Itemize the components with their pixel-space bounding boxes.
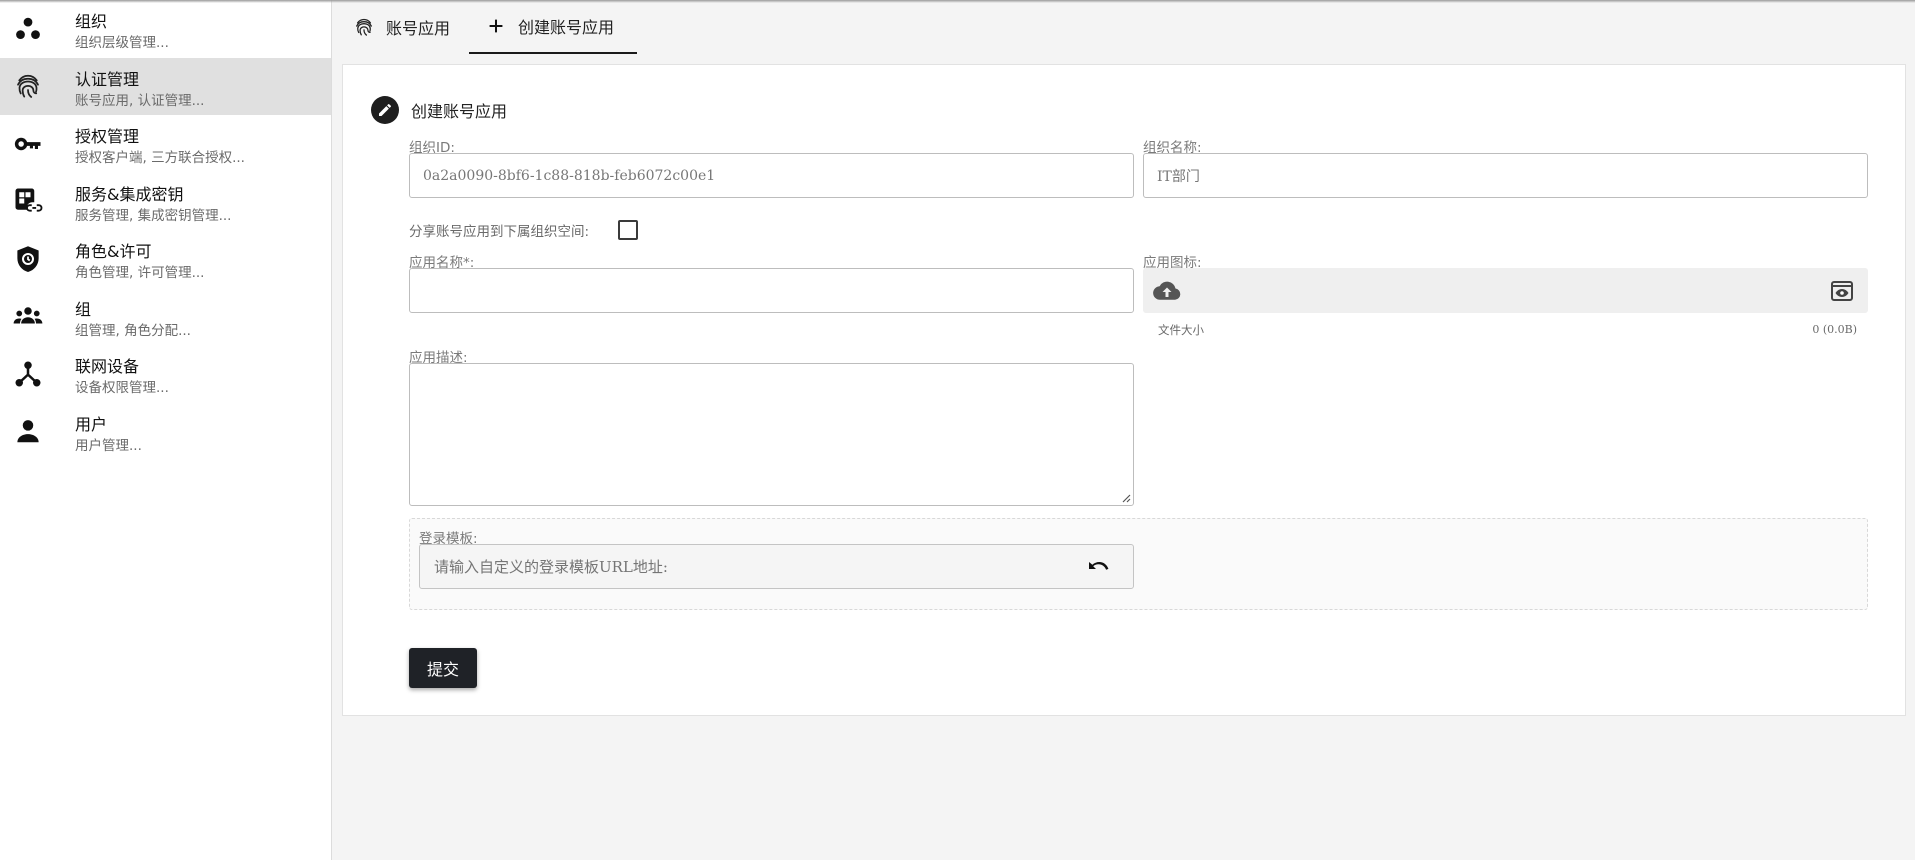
sidebar-item-services[interactable]: 服务&集成密钥 服务管理, 集成密钥管理... — [0, 173, 331, 231]
sidebar-item-title: 认证管理 — [75, 69, 140, 89]
org-id-field[interactable] — [409, 153, 1134, 198]
share-label: 分享账号应用到下属组织空间: — [409, 224, 590, 240]
key-icon — [13, 129, 43, 159]
sidebar-item-title: 角色&许可 — [75, 242, 152, 261]
sidebar-item-groups[interactable]: 组 组管理, 角色分配... — [0, 288, 331, 346]
preview-icon[interactable] — [1830, 279, 1854, 303]
sidebar-item-title: 组 — [75, 299, 92, 319]
share-checkbox[interactable] — [618, 220, 638, 240]
sidebar-item-title: 组织 — [75, 12, 108, 31]
form-heading: 创建账号应用 — [371, 96, 507, 124]
user-icon — [13, 416, 43, 446]
tab-account-apps[interactable]: 账号应用 — [352, 0, 462, 54]
app-icon-uploader — [1143, 268, 1868, 313]
sidebar-item-authorization[interactable]: 授权管理 授权客户端, 三方联合授权... — [0, 115, 331, 173]
org-name-field[interactable] — [1143, 153, 1868, 198]
sidebar-item-subtitle: 服务管理, 集成密钥管理... — [75, 207, 232, 224]
sidebar-item-subtitle: 设备权限管理... — [75, 380, 169, 396]
sidebar: 组织 组织层级管理... 认证管理 账号应用, 认证管理... 授权管理 授权客… — [0, 0, 332, 860]
sidebar-item-subtitle: 组管理, 角色分配... — [75, 322, 191, 339]
login-template-url-input[interactable] — [419, 544, 1134, 589]
file-size-label: 文件大小 — [1158, 323, 1204, 337]
main-content: 账号应用 创建账号应用 创建账号应用 组织ID: 组织名称: 分享账号应用到下属… — [332, 0, 1915, 860]
tab-label: 创建账号应用 — [518, 18, 615, 37]
undo-icon[interactable] — [1084, 555, 1112, 579]
submit-button[interactable]: 提交 — [409, 648, 477, 688]
organization-icon — [13, 14, 43, 44]
network-device-icon — [13, 359, 43, 389]
login-template-section: 登录模板: — [409, 518, 1868, 610]
cloud-upload-icon[interactable] — [1153, 278, 1181, 304]
sidebar-item-title: 服务&集成密钥 — [75, 184, 184, 204]
plus-icon — [484, 14, 508, 38]
page-title: 创建账号应用 — [411, 102, 508, 121]
service-link-icon — [13, 186, 43, 216]
sidebar-item-subtitle: 授权客户端, 三方联合授权... — [75, 150, 245, 166]
app-description-textarea[interactable] — [409, 363, 1134, 506]
group-icon — [13, 301, 43, 331]
app-name-input[interactable] — [409, 268, 1134, 313]
sidebar-item-title: 授权管理 — [75, 127, 140, 146]
fingerprint-icon — [352, 15, 376, 39]
tab-bar: 账号应用 创建账号应用 — [332, 0, 1915, 54]
create-app-form: 创建账号应用 组织ID: 组织名称: 分享账号应用到下属组织空间: 应用名称*:… — [342, 64, 1906, 716]
file-size-value: 0 (0.0B) — [1812, 323, 1857, 336]
shield-icon — [13, 244, 43, 274]
sidebar-item-subtitle: 账号应用, 认证管理... — [75, 92, 205, 109]
sidebar-item-devices[interactable]: 联网设备 设备权限管理... — [0, 345, 331, 403]
tab-label: 账号应用 — [386, 19, 451, 38]
fingerprint-icon — [13, 71, 43, 101]
sidebar-item-title: 联网设备 — [75, 357, 140, 376]
sidebar-item-subtitle: 角色管理, 许可管理... — [75, 265, 205, 281]
sidebar-item-roles[interactable]: 角色&许可 角色管理, 许可管理... — [0, 230, 331, 288]
sidebar-item-subtitle: 用户管理... — [75, 437, 142, 454]
sidebar-item-users[interactable]: 用户 用户管理... — [0, 403, 331, 461]
edit-pencil-icon — [371, 96, 399, 124]
sidebar-item-authentication[interactable]: 认证管理 账号应用, 认证管理... — [0, 57, 331, 115]
resize-grip-icon[interactable] — [1121, 493, 1131, 503]
sidebar-item-subtitle: 组织层级管理... — [75, 35, 169, 51]
sidebar-item-title: 用户 — [75, 414, 108, 434]
top-shadow — [0, 0, 1915, 3]
tab-create-account-app[interactable]: 创建账号应用 — [469, 0, 637, 54]
sidebar-item-organization[interactable]: 组织 组织层级管理... — [0, 0, 331, 58]
